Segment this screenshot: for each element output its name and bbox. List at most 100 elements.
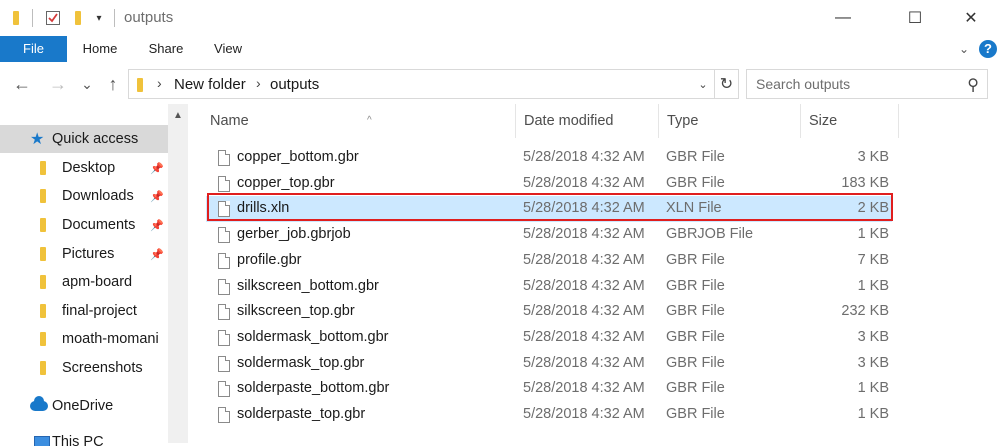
file-size: 7 KB [857,251,889,268]
table-row[interactable]: solderpaste_top.gbr 5/28/2018 4:32 AM GB… [206,402,892,428]
divider [32,9,33,27]
table-row[interactable]: copper_bottom.gbr 5/28/2018 4:32 AM GBR … [206,145,892,171]
nav-item-documents[interactable]: Documents 📌 [0,211,168,239]
search-box: ⚲ [746,69,988,99]
folder-icon [40,275,46,289]
nav-item-moath-momani[interactable]: moath-momani [0,325,168,353]
nav-item-downloads[interactable]: Downloads 📌 [0,182,168,210]
table-row[interactable]: silkscreen_bottom.gbr 5/28/2018 4:32 AM … [206,274,892,300]
sort-ascending-icon: ^ [367,115,372,126]
pin-icon[interactable]: 📌 [150,219,164,232]
scroll-up-icon[interactable]: ▲ [168,104,188,126]
column-divider[interactable] [898,104,899,138]
nav-item-quick-access[interactable]: ★ Quick access [0,125,168,153]
maximize-button[interactable]: ☐ [892,0,938,36]
column-header-date-modified[interactable]: Date modified [516,104,656,138]
file-type: GBR File [666,406,725,422]
folder-icon[interactable] [8,9,24,27]
tab-share[interactable]: Share [138,36,194,62]
nav-item-final-project[interactable]: final-project [0,297,168,325]
table-row[interactable]: soldermask_top.gbr 5/28/2018 4:32 AM GBR… [206,351,892,377]
table-row[interactable]: gerber_job.gbrjob 5/28/2018 4:32 AM GBRJ… [206,222,892,248]
table-row[interactable]: soldermask_bottom.gbr 5/28/2018 4:32 AM … [206,325,892,351]
file-type: GBR File [666,380,725,397]
nav-item-label: Downloads [62,188,134,204]
new-folder-icon[interactable] [70,9,86,27]
recent-locations-button[interactable]: ⌄ [78,68,96,100]
file-date-modified: 5/28/2018 4:32 AM [523,277,645,294]
pin-icon[interactable]: 📌 [150,162,164,175]
breadcrumb-new-folder[interactable]: New folder [174,76,246,93]
file-name: gerber_job.gbrjob [237,226,351,243]
nav-item-apm-board[interactable]: apm-board [0,268,168,296]
refresh-button[interactable]: ↻ [714,70,738,98]
nav-item-pictures[interactable]: Pictures 📌 [0,240,168,268]
file-type: GBR File [666,251,725,268]
file-name: profile.gbr [237,251,302,268]
nav-item-label: Desktop [62,160,116,176]
downloads-icon [40,189,46,203]
pictures-icon [40,247,46,261]
file-date-modified: 5/28/2018 4:32 AM [523,406,645,422]
file-icon [218,407,230,423]
breadcrumb-separator[interactable]: › [256,75,261,91]
nav-item-desktop[interactable]: Desktop 📌 [0,154,168,182]
tab-file[interactable]: File [0,36,67,62]
tab-view[interactable]: View [202,36,254,62]
nav-item-label: Quick access [52,131,139,147]
close-button[interactable]: ✕ [948,0,994,36]
column-header-size[interactable]: Size [801,104,897,138]
nav-item-label: apm-board [62,274,133,290]
folder-icon [137,78,143,92]
tab-home[interactable]: Home [72,36,128,62]
minimize-button[interactable]: — [820,0,866,36]
file-date-modified: 5/28/2018 4:32 AM [523,380,645,397]
column-header-name[interactable]: Name ^ [202,104,512,138]
file-name: solderpaste_bottom.gbr [237,380,390,397]
address-bar[interactable]: › New folder › outputs ⌄ ↻ [128,69,739,99]
file-name: soldermask_top.gbr [237,354,365,371]
file-date-modified: 5/28/2018 4:32 AM [523,303,645,320]
file-icon [218,227,230,244]
back-button[interactable]: ← [8,68,36,100]
selection-highlight-box [207,193,893,221]
nav-scrollbar[interactable]: ▲ [168,104,188,443]
up-button[interactable]: ↑ [102,68,124,100]
file-icon [218,381,230,398]
search-icon[interactable]: ⚲ [967,75,979,95]
file-size: 1 KB [857,226,889,243]
nav-item-label: This PC [52,434,104,446]
nav-item-label: final-project [62,303,137,319]
file-icon [218,355,230,372]
file-type: GBR File [666,149,725,165]
nav-item-onedrive[interactable]: OneDrive [0,392,168,420]
file-date-modified: 5/28/2018 4:32 AM [523,226,645,243]
file-size: 1 KB [857,380,889,397]
chevron-down-icon[interactable]: ⌄ [954,39,974,59]
file-date-modified: 5/28/2018 4:32 AM [523,328,645,345]
customize-qat-icon[interactable]: ▾ [92,9,106,27]
forward-button[interactable]: → [44,68,72,100]
properties-icon[interactable] [44,9,62,27]
breadcrumb-outputs[interactable]: outputs [270,76,319,93]
pin-icon[interactable]: 📌 [150,248,164,261]
nav-item-this-pc[interactable]: This PC [0,430,168,446]
column-header-type[interactable]: Type [659,104,799,138]
table-row[interactable]: profile.gbr 5/28/2018 4:32 AM GBR File 7… [206,248,892,274]
folder-icon [40,304,46,318]
column-header-label: Name [210,113,249,129]
address-dropdown-icon[interactable]: ⌄ [693,70,713,98]
folder-icon [40,332,46,346]
nav-item-screenshots[interactable]: Screenshots [0,354,168,382]
help-button[interactable]: ? [978,39,998,59]
divider [114,9,115,27]
file-icon [218,304,230,321]
file-size: 3 KB [857,328,889,345]
pin-icon[interactable]: 📌 [150,190,164,203]
nav-item-label: Screenshots [62,360,143,376]
search-input[interactable] [756,76,956,92]
breadcrumb-separator[interactable]: › [157,75,162,91]
table-row[interactable]: solderpaste_bottom.gbr 5/28/2018 4:32 AM… [206,376,892,402]
table-row[interactable]: silkscreen_top.gbr 5/28/2018 4:32 AM GBR… [206,299,892,325]
nav-item-label: Documents [62,217,136,233]
